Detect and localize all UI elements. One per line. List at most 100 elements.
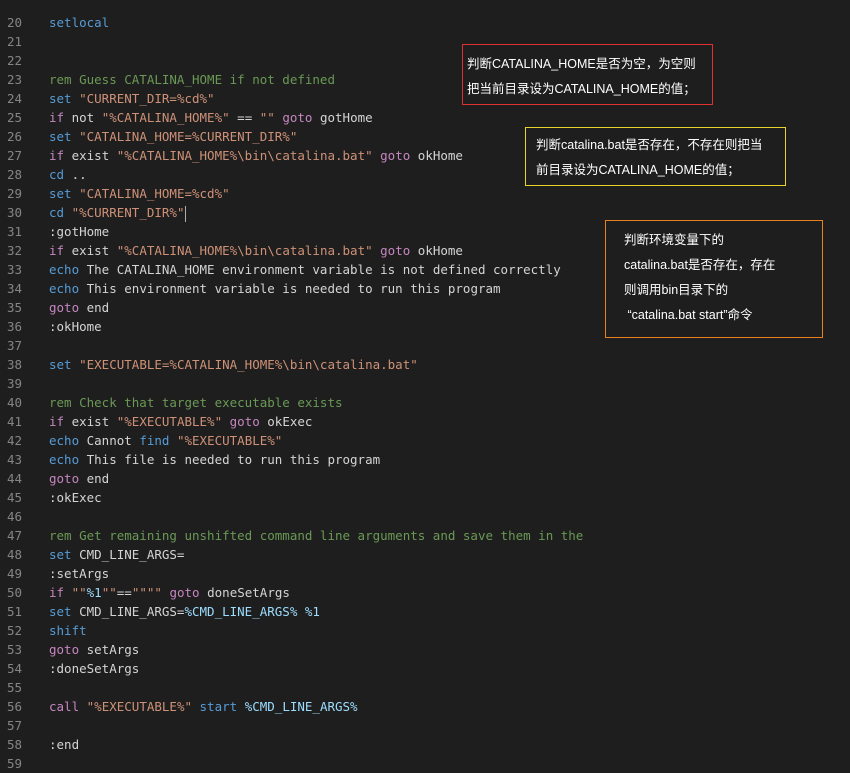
code-token: "%CATALINA_HOME%\bin\catalina.bat" bbox=[116, 243, 373, 258]
code-text[interactable]: set "CATALINA_HOME=%CURRENT_DIR%" bbox=[49, 127, 297, 146]
code-text[interactable]: :doneSetArgs bbox=[49, 659, 139, 678]
code-token: This environment variable is needed to r… bbox=[79, 281, 501, 296]
code-token: "%CATALINA_HOME%\bin\catalina.bat" bbox=[116, 148, 373, 163]
code-line[interactable]: 39 bbox=[0, 374, 850, 393]
code-line[interactable]: 37 bbox=[0, 336, 850, 355]
code-text[interactable]: set CMD_LINE_ARGS=%CMD_LINE_ARGS% %1 bbox=[49, 602, 320, 621]
code-text[interactable]: set CMD_LINE_ARGS= bbox=[49, 545, 184, 564]
line-number: 55 bbox=[6, 680, 22, 695]
line-number: 54 bbox=[6, 661, 22, 676]
code-line[interactable]: 22 bbox=[0, 51, 850, 70]
code-token: "" bbox=[101, 585, 117, 600]
note-line: 判断catalina.bat是否存在，不存在则把当 bbox=[536, 138, 763, 152]
annotation-note-catalina-home-empty: 判断CATALINA_HOME是否为空，为空则 把当前目录设为CATALINA_… bbox=[462, 44, 713, 105]
code-text[interactable]: if exist "%CATALINA_HOME%\bin\catalina.b… bbox=[49, 241, 463, 260]
code-line[interactable]: 57 bbox=[0, 716, 850, 735]
code-text[interactable]: setlocal bbox=[49, 13, 109, 32]
code-line[interactable]: 44 goto end bbox=[0, 469, 850, 488]
code-editor[interactable]: 20 setlocal 21 22 23 rem Guess CATALINA_HOME … bbox=[0, 0, 850, 771]
code-text[interactable]: :end bbox=[49, 735, 79, 754]
line-number: 27 bbox=[6, 148, 22, 163]
code-token: "CURRENT_DIR=%cd%" bbox=[79, 91, 215, 106]
code-text[interactable]: cd .. bbox=[49, 165, 87, 184]
note-line: 判断环境变量下的 bbox=[624, 233, 725, 247]
code-line[interactable]: 53 goto setArgs bbox=[0, 640, 850, 659]
code-text[interactable]: rem Guess CATALINA_HOME if not defined bbox=[49, 70, 335, 89]
line-number: 26 bbox=[6, 129, 22, 144]
code-token: rem Guess CATALINA_HOME if not defined bbox=[49, 72, 335, 87]
code-line[interactable]: 41 if exist "%EXECUTABLE%" goto okExec bbox=[0, 412, 850, 431]
code-line[interactable]: 43 echo This file is needed to run this p… bbox=[0, 450, 850, 469]
code-line[interactable]: 42 echo Cannot find "%EXECUTABLE%" bbox=[0, 431, 850, 450]
code-line[interactable]: 55 bbox=[0, 678, 850, 697]
line-number: 50 bbox=[6, 585, 22, 600]
code-text[interactable]: echo This environment variable is needed… bbox=[49, 279, 501, 298]
code-token: set bbox=[49, 604, 72, 619]
code-line[interactable]: 51 set CMD_LINE_ARGS=%CMD_LINE_ARGS% %1 bbox=[0, 602, 850, 621]
code-line[interactable]: 29 set "CATALINA_HOME=%cd%" bbox=[0, 184, 850, 203]
code-token: "%EXECUTABLE%" bbox=[116, 414, 223, 429]
code-token: %CMD_LINE_ARGS% bbox=[184, 604, 298, 619]
code-line[interactable]: 48 set CMD_LINE_ARGS= bbox=[0, 545, 850, 564]
code-line[interactable]: 58:end bbox=[0, 735, 850, 754]
code-token: :okExec bbox=[49, 490, 102, 505]
code-line[interactable]: 50 if ""%1""=="""" goto doneSetArgs bbox=[0, 583, 850, 602]
line-number: 49 bbox=[6, 566, 22, 581]
code-line[interactable]: 54 :doneSetArgs bbox=[0, 659, 850, 678]
code-text[interactable]: echo Cannot find "%EXECUTABLE%" bbox=[49, 431, 282, 450]
line-number: 31 bbox=[6, 224, 22, 239]
line-number: 44 bbox=[6, 471, 22, 486]
code-text[interactable]: rem Get remaining unshifted command line… bbox=[49, 526, 583, 545]
code-text[interactable]: :okHome bbox=[49, 317, 102, 336]
code-line[interactable]: 40 rem Check that target executable exist… bbox=[0, 393, 850, 412]
code-text[interactable]: rem Check that target executable exists bbox=[49, 393, 343, 412]
code-line[interactable]: 45 :okExec bbox=[0, 488, 850, 507]
code-line[interactable]: 24 set "CURRENT_DIR=%cd%" bbox=[0, 89, 850, 108]
code-line[interactable]: 47 rem Get remaining unshifted command li… bbox=[0, 526, 850, 545]
code-text[interactable]: :setArgs bbox=[49, 564, 109, 583]
code-text[interactable]: :gotHome bbox=[49, 222, 109, 241]
code-line[interactable]: 21 bbox=[0, 32, 850, 51]
code-token: "%EXECUTABLE%" bbox=[86, 699, 192, 714]
code-text[interactable]: if ""%1""=="""" goto doneSetArgs bbox=[49, 583, 290, 602]
code-text[interactable]: shift bbox=[49, 621, 87, 640]
code-line[interactable]: 59 bbox=[0, 754, 850, 773]
code-line[interactable]: 23 rem Guess CATALINA_HOME if not defined bbox=[0, 70, 850, 89]
code-text[interactable]: set "CURRENT_DIR=%cd%" bbox=[49, 89, 215, 108]
code-token: The CATALINA_HOME environment variable i… bbox=[79, 262, 561, 277]
code-line[interactable]: 20 setlocal bbox=[0, 13, 850, 32]
code-text[interactable]: echo The CATALINA_HOME environment varia… bbox=[49, 260, 561, 279]
code-token: if bbox=[49, 110, 65, 125]
code-token: exist bbox=[64, 243, 117, 258]
code-line[interactable]: 49 :setArgs bbox=[0, 564, 850, 583]
code-token: if bbox=[49, 243, 65, 258]
code-token: "CATALINA_HOME=%cd%" bbox=[79, 186, 230, 201]
code-text[interactable]: goto end bbox=[49, 469, 109, 488]
code-text[interactable]: call "%EXECUTABLE%" start %CMD_LINE_ARGS… bbox=[49, 697, 358, 716]
code-text[interactable]: goto end bbox=[49, 298, 109, 317]
code-text[interactable]: if not "%CATALINA_HOME%" == "" goto gotH… bbox=[49, 108, 373, 127]
code-line[interactable]: 46 bbox=[0, 507, 850, 526]
code-text[interactable]: if exist "%EXECUTABLE%" goto okExec bbox=[49, 412, 312, 431]
code-text[interactable]: cd "%CURRENT_DIR%" bbox=[49, 203, 187, 222]
code-text[interactable]: :okExec bbox=[49, 488, 102, 507]
note-line: 把当前目录设为CATALINA_HOME的值； bbox=[467, 82, 696, 96]
code-line[interactable]: 56 call "%EXECUTABLE%" start %CMD_LINE_AR… bbox=[0, 697, 850, 716]
code-text[interactable]: set "EXECUTABLE=%CATALINA_HOME%\bin\cata… bbox=[49, 355, 418, 374]
code-token: goto bbox=[49, 642, 80, 657]
line-number: 45 bbox=[6, 490, 22, 505]
code-text[interactable]: echo This file is needed to run this pro… bbox=[49, 450, 380, 469]
code-text[interactable]: set "CATALINA_HOME=%cd%" bbox=[49, 184, 230, 203]
code-line[interactable]: 25 if not "%CATALINA_HOME%" == "" goto go… bbox=[0, 108, 850, 127]
code-text[interactable]: if exist "%CATALINA_HOME%\bin\catalina.b… bbox=[49, 146, 463, 165]
text-cursor bbox=[185, 205, 187, 222]
note-line: catalina.bat是否存在，存在 bbox=[624, 258, 776, 272]
line-number: 39 bbox=[6, 376, 22, 391]
code-text[interactable]: goto setArgs bbox=[49, 640, 139, 659]
code-line[interactable]: 52 shift bbox=[0, 621, 850, 640]
line-number: 57 bbox=[6, 718, 22, 733]
code-token: okHome bbox=[410, 148, 463, 163]
code-line[interactable]: 38 set "EXECUTABLE=%CATALINA_HOME%\bin\ca… bbox=[0, 355, 850, 374]
